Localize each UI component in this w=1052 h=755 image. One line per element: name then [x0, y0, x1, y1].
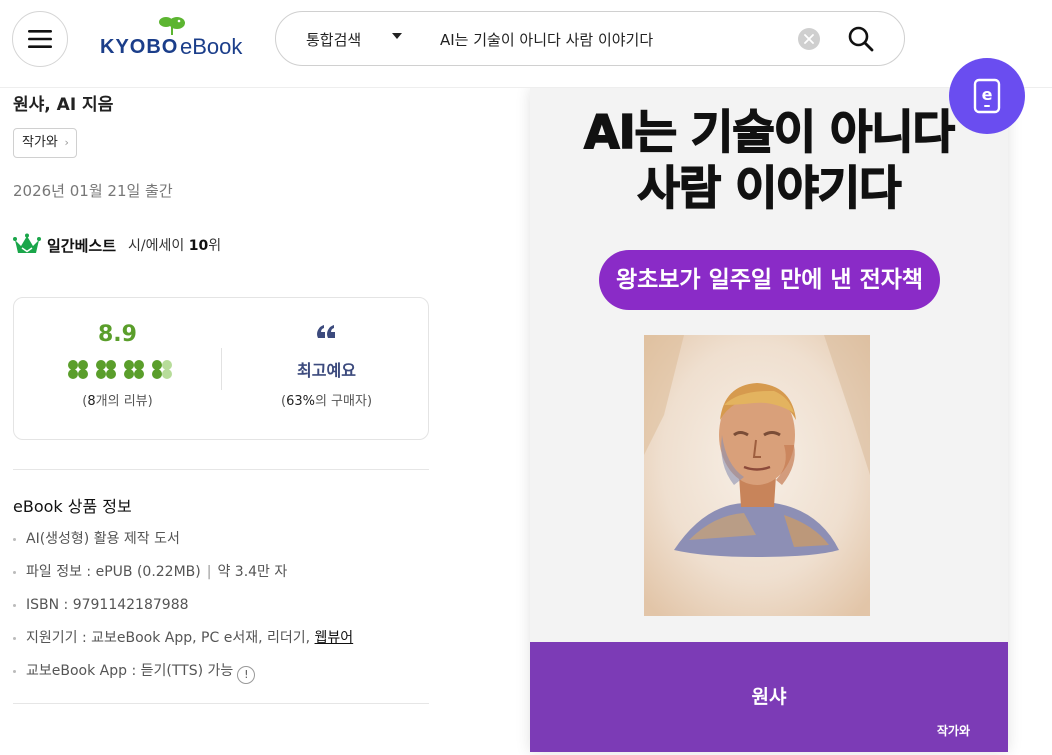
buyers-rest: 의 구매자) — [314, 394, 373, 409]
clear-search-button[interactable] — [798, 28, 820, 50]
book-cover[interactable]: AI는 기술이 아니다 사람 이야기다 왕초보가 일주일 만에 낸 전자책 원샤… — [530, 88, 1008, 752]
ebook-badge[interactable]: e — [949, 58, 1025, 134]
ebook-info-list: AI(생성형) 활용 제작 도서 파일 정보 : ePUB (0.22MB) | 약… — [13, 529, 353, 694]
search-category-select[interactable]: 통합검색 — [306, 29, 361, 50]
divider — [13, 469, 429, 470]
web-viewer-link[interactable]: 웹뷰어 — [315, 630, 354, 646]
devices: 지원기기 : 교보eBook App, PC e서재, 리더기, — [26, 630, 311, 646]
rating-divider — [221, 348, 222, 390]
buyers-pct: 63% — [286, 394, 315, 409]
buyers-percent: (63%의 구매자) — [223, 390, 430, 409]
best-label: 일간베스트 — [47, 236, 117, 255]
publish-date: 2026년 01월 21일 출간 — [13, 182, 173, 200]
review-count-rest: 개의 리뷰) — [95, 394, 153, 409]
clover-icon — [68, 360, 88, 379]
list-item: ISBN : 9791142187988 — [13, 595, 353, 628]
divider — [13, 703, 429, 704]
list-item: AI(생성형) 활용 제작 도서 — [13, 529, 353, 562]
list-item: 교보eBook App : 듣기(TTS) 가능! — [13, 661, 353, 694]
search-input[interactable] — [440, 26, 780, 52]
list-item: 지원기기 : 교보eBook App, PC e서재, 리더기, 웹뷰어 — [13, 628, 353, 661]
rating-box: 8.9 (8개의 리뷰) 최고예요 (63%의 구매자) — [13, 297, 429, 440]
review-count[interactable]: (8개의 리뷰) — [14, 390, 221, 409]
list-item: 파일 정보 : ePUB (0.22MB) | 약 3.4만 자 — [13, 562, 353, 595]
review-summary: 최고예요 — [297, 361, 356, 380]
menu-button[interactable] — [12, 11, 68, 67]
char-count: 약 3.4만 자 — [217, 564, 288, 580]
cover-title-line1: AI는 기술이 아니다 — [583, 104, 956, 160]
cover-bottom-band: 원샤 작가와 — [530, 642, 1008, 752]
cover-subtitle: 왕초보가 일주일 만에 낸 전자책 — [599, 250, 940, 310]
search-icon — [848, 26, 874, 52]
sprout-icon — [159, 17, 185, 35]
logo-ebook-text: eBook — [180, 34, 243, 59]
quote-icon — [223, 324, 430, 344]
ebook-info-title: eBook 상품 정보 — [13, 497, 132, 516]
best-category-name: 시/에세이 — [128, 238, 185, 254]
rating-score: 8.9 — [98, 322, 137, 347]
logo-kyobo-text: KYOBO — [100, 36, 179, 58]
header: KYOBO eBook 통합검색 — [0, 0, 1052, 88]
clover-icon — [124, 360, 144, 379]
ebook-device-icon: e — [973, 78, 1001, 114]
publisher-label: 작가와 — [22, 135, 58, 150]
author-line[interactable]: 원샤, AI 지음 — [13, 90, 113, 115]
best-category: 시/에세이 10위 — [128, 235, 221, 255]
best-rank: 10 — [188, 238, 209, 254]
cover-publisher: 작가와 — [936, 724, 970, 738]
publisher-button[interactable]: 작가와 › — [13, 128, 77, 158]
svg-text:e: e — [982, 85, 993, 104]
search-bar: 통합검색 — [275, 11, 905, 66]
close-icon — [804, 34, 814, 44]
best-rank-unit: 위 — [208, 238, 222, 254]
ai-note: AI(생성형) 활용 제작 도서 — [26, 531, 180, 547]
tts-info: 교보eBook App : 듣기(TTS) 가능 — [26, 663, 234, 679]
chevron-right-icon: › — [64, 136, 69, 149]
info-separator: | — [206, 564, 212, 580]
file-info: 파일 정보 : ePUB (0.22MB) — [26, 564, 201, 580]
kyobo-ebook-logo[interactable]: KYOBO eBook — [100, 16, 250, 62]
review-count-num: 8 — [87, 394, 96, 409]
search-button[interactable] — [846, 24, 876, 54]
crown-icon — [13, 233, 41, 253]
clover-half-icon — [152, 360, 172, 379]
best-seller-row[interactable]: 일간베스트 시/에세이 10위 — [13, 233, 221, 257]
clover-rating — [66, 359, 174, 381]
info-icon[interactable]: ! — [237, 666, 256, 684]
isbn: ISBN : 9791142187988 — [26, 597, 189, 613]
hamburger-icon — [28, 30, 52, 48]
cover-title-line2: 사람 이야기다 — [637, 160, 902, 216]
cover-portrait-image — [644, 335, 870, 616]
clover-icon — [96, 360, 116, 379]
chevron-down-icon[interactable] — [392, 33, 402, 39]
cover-author: 원샤 — [751, 686, 787, 708]
